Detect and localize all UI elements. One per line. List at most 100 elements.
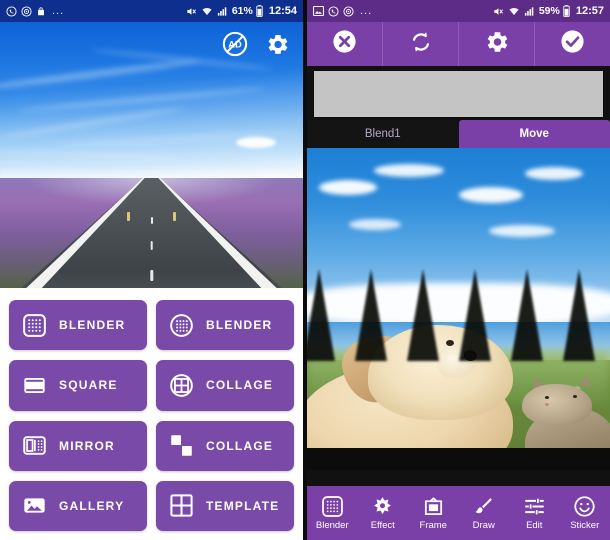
bottom-item-label: Edit xyxy=(526,519,543,531)
editor-canvas[interactable] xyxy=(307,148,610,470)
blend-preview-strip[interactable] xyxy=(313,70,604,118)
signal-icon xyxy=(523,6,535,17)
left-screen: ... 61% 12:54 BLENDER BLENDER SQUARE COL… xyxy=(0,0,303,540)
check-circle-icon xyxy=(559,28,586,60)
confirm-button[interactable] xyxy=(535,22,610,66)
bottom-item-label: Draw xyxy=(472,519,495,531)
blender-square-button[interactable]: BLENDER xyxy=(9,300,147,351)
battery-percent: 59% xyxy=(538,5,560,17)
tab-move[interactable]: Move xyxy=(458,120,610,148)
wifi-icon xyxy=(201,6,213,17)
button-label: GALLERY xyxy=(59,498,125,513)
whatsapp-icon xyxy=(6,5,17,17)
button-label: SQUARE xyxy=(59,378,118,393)
gallery-photo-icon xyxy=(23,494,46,517)
button-label: COLLAGE xyxy=(206,378,274,393)
close-button[interactable] xyxy=(307,22,383,66)
blender-circle-button[interactable]: BLENDER xyxy=(156,300,294,351)
mute-icon xyxy=(185,6,197,17)
bag-icon xyxy=(36,6,46,17)
bottom-item-edit[interactable]: Edit xyxy=(509,486,560,540)
collage-checker-button[interactable]: COLLAGE xyxy=(156,420,294,471)
blender-grid-square-icon xyxy=(321,495,343,517)
road-dash xyxy=(149,270,154,282)
right-screen: ... 59% 12:57 Blend1 Move Blender Effect… xyxy=(307,0,610,540)
signal-icon xyxy=(216,6,228,17)
tab-label: Blend1 xyxy=(364,128,401,140)
tab-blend1[interactable]: Blend1 xyxy=(307,120,459,148)
settings-gear-icon xyxy=(484,29,510,60)
battery-percent: 61% xyxy=(231,5,253,17)
square-button[interactable]: SQUARE xyxy=(9,360,147,411)
swap-button[interactable] xyxy=(383,22,459,66)
square-frame-icon xyxy=(23,374,46,397)
swap-refresh-icon xyxy=(408,29,434,60)
draw-brush-icon xyxy=(473,496,494,517)
wifi-icon xyxy=(508,6,520,17)
right-status-bar: ... 59% 12:57 xyxy=(307,0,610,22)
bottom-item-label: Frame xyxy=(419,519,447,531)
camera-icon xyxy=(343,5,354,17)
canvas-bottom-filler xyxy=(307,448,610,470)
kitten-head xyxy=(522,384,592,426)
editor-top-toolbar xyxy=(307,22,610,66)
gallery-button[interactable]: GALLERY xyxy=(9,480,147,531)
preview-strip-container xyxy=(307,66,610,118)
road-post xyxy=(127,211,131,221)
button-label: BLENDER xyxy=(59,318,126,333)
template-button[interactable]: TEMPLATE xyxy=(156,480,294,531)
frame-icon xyxy=(423,496,444,517)
editor-bottom-toolbar: Blender Effect Frame Draw Edit Sticker xyxy=(307,486,610,540)
button-label: TEMPLATE xyxy=(206,498,280,513)
road-post xyxy=(172,211,176,221)
battery-icon xyxy=(256,5,264,17)
action-button-grid: BLENDER BLENDER SQUARE COLLAGE MIRROR CO… xyxy=(0,288,303,540)
status-left-icons: ... xyxy=(312,5,373,17)
effect-flower-icon xyxy=(372,496,393,517)
kitten-eye xyxy=(572,395,577,399)
whatsapp-icon xyxy=(328,5,339,17)
button-label: BLENDER xyxy=(206,318,273,333)
road-dash xyxy=(150,216,153,224)
status-right-icons: 59% 12:57 xyxy=(492,5,604,17)
bottom-item-blender[interactable]: Blender xyxy=(307,486,358,540)
puppy-nose xyxy=(463,350,477,361)
collage-checker-icon xyxy=(170,434,193,457)
collage-circle-button[interactable]: COLLAGE xyxy=(156,360,294,411)
bottom-item-effect[interactable]: Effect xyxy=(358,486,409,540)
settings-button[interactable] xyxy=(459,22,535,66)
mirror-button[interactable]: MIRROR xyxy=(9,420,147,471)
clock-time: 12:54 xyxy=(268,5,297,17)
mirror-icon xyxy=(23,434,46,457)
mute-icon xyxy=(492,6,504,17)
battery-icon xyxy=(563,5,571,17)
bottom-item-draw[interactable]: Draw xyxy=(459,486,510,540)
clock-time: 12:57 xyxy=(575,5,604,17)
status-left-icons: ... xyxy=(6,5,64,17)
settings-gear-icon[interactable] xyxy=(265,32,290,57)
sticker-smiley-icon xyxy=(574,495,595,517)
cloud xyxy=(349,218,402,230)
image-icon xyxy=(312,5,325,17)
bottom-item-label: Blender xyxy=(315,519,349,531)
edit-sliders-icon xyxy=(524,496,545,517)
status-right-icons: 61% 12:54 xyxy=(185,5,297,17)
button-label: MIRROR xyxy=(59,438,115,453)
no-ads-icon[interactable]: AD xyxy=(222,31,248,57)
more-dots-icon: ... xyxy=(360,5,373,17)
bottom-item-sticker[interactable]: Sticker xyxy=(560,486,610,540)
blender-grid-square-icon xyxy=(23,313,46,337)
editor-tabs: Blend1 Move xyxy=(307,120,610,148)
button-label: COLLAGE xyxy=(206,438,274,453)
tab-label: Move xyxy=(519,128,549,140)
cloud xyxy=(373,164,444,178)
left-status-bar: ... 61% 12:54 xyxy=(0,0,303,22)
template-grid-icon xyxy=(170,494,193,517)
bottom-item-frame[interactable]: Frame xyxy=(408,486,459,540)
collage-circle-grid-icon xyxy=(170,374,193,397)
bottom-item-label: Effect xyxy=(370,519,395,531)
bottom-item-label: Sticker xyxy=(570,519,600,531)
more-dots-icon: ... xyxy=(52,5,65,17)
hero-image: AD xyxy=(0,22,303,310)
cloud xyxy=(458,186,523,203)
